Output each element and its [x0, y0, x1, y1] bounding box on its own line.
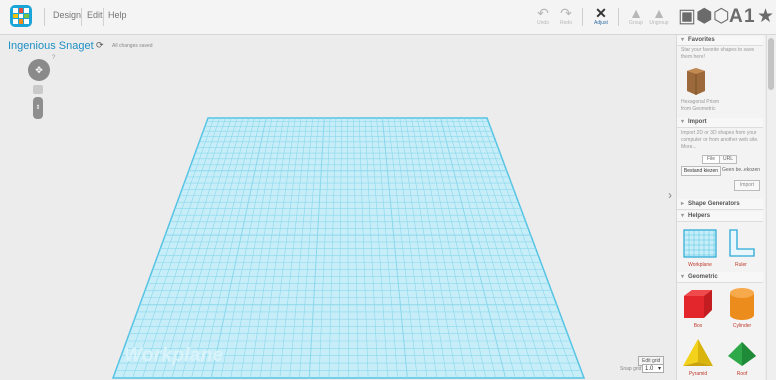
ruler-helper-label: Ruler [735, 262, 747, 268]
design-title[interactable]: Ingenious Snaget [8, 40, 94, 52]
cylinder-label: Cylinder [732, 323, 752, 329]
import-description: Import 2D or 3D shapes from your compute… [681, 130, 759, 150]
tab-file[interactable]: File [702, 155, 720, 164]
adjust-icon: ✕ [595, 5, 607, 21]
import-button[interactable]: Import [734, 180, 760, 191]
home-icon: ✥ [35, 65, 43, 75]
zoom-slider[interactable]: ⇕ [33, 97, 43, 119]
menu-help[interactable]: Help [108, 10, 127, 20]
divider [618, 8, 619, 26]
notebook-icon[interactable]: ▣ [678, 5, 696, 29]
pyramid-label: Pyramid [688, 371, 708, 377]
outline-shape-icon[interactable]: ⬡ [713, 5, 730, 29]
roof-label: Roof [736, 371, 748, 377]
pyramid-shape[interactable] [681, 338, 715, 368]
workplane-helper-label: Workplane [688, 262, 712, 268]
box-label: Box [693, 323, 703, 329]
chevron-down-icon: ▾ [657, 366, 661, 372]
fit-view-button[interactable] [33, 85, 43, 94]
redo-button[interactable]: ↷ Redo [552, 6, 580, 26]
box-shape[interactable] [682, 288, 714, 320]
cylinder-shape[interactable] [728, 287, 756, 321]
save-status: All changes saved [112, 43, 153, 49]
tab-url[interactable]: URL [719, 155, 737, 164]
divider [582, 8, 583, 26]
tinkercad-logo[interactable] [10, 5, 32, 27]
hexagonal-prism-shape[interactable] [683, 67, 709, 97]
no-file-chosen-label: Geen be..ekozen [722, 167, 761, 173]
workplane-label: Workplane [124, 345, 224, 366]
divider [103, 8, 104, 26]
roof-shape[interactable] [726, 340, 758, 368]
collapse-panel-icon[interactable]: › [668, 188, 672, 202]
snap-grid-label: Snap grid [620, 366, 642, 372]
choose-file-button[interactable]: Bestand kiezen [681, 166, 721, 176]
section-favorites[interactable]: ▾ Favorites [677, 36, 763, 46]
menu-design[interactable]: Design [53, 10, 81, 20]
section-geometric[interactable]: ▾ Geometric [677, 272, 763, 283]
rename-icon[interactable]: ⟳ [96, 40, 104, 51]
workplane-grid[interactable] [0, 35, 670, 380]
orbit-control[interactable]: ✥ [28, 59, 50, 81]
favorites-description: Star your favorite shapes to save them h… [681, 47, 755, 60]
favorites-star-icon[interactable]: ★ [757, 5, 774, 29]
menu-edit[interactable]: Edit [87, 10, 103, 20]
design-viewport[interactable] [0, 35, 670, 380]
solid-shape-icon[interactable]: ⬢ [696, 5, 713, 29]
hexagonal-prism-caption: Hexagonal Prism from Geometric [681, 99, 720, 112]
adjust-button[interactable]: ✕ Adjust [587, 6, 615, 26]
section-import[interactable]: ▾ Import [677, 118, 763, 128]
section-shape-generators[interactable]: ▸ Shape Generators [677, 199, 763, 210]
help-icon[interactable]: ? [52, 55, 55, 61]
ungroup-icon: ▲ [652, 5, 666, 21]
snap-grid-select[interactable]: 1.0 ▾ [642, 364, 664, 373]
number-icon[interactable]: 1 [744, 5, 755, 29]
divider [44, 8, 45, 26]
divider [81, 8, 82, 26]
scrollbar-thumb[interactable] [768, 38, 774, 90]
text-icon[interactable]: A [729, 5, 743, 29]
ungroup-button[interactable]: ▲ Ungroup [645, 6, 673, 26]
section-helpers[interactable]: ▾ Helpers [677, 211, 763, 222]
workplane-helper-shape[interactable] [683, 228, 717, 258]
redo-icon: ↷ [560, 5, 572, 21]
ruler-helper-shape[interactable] [726, 228, 756, 258]
